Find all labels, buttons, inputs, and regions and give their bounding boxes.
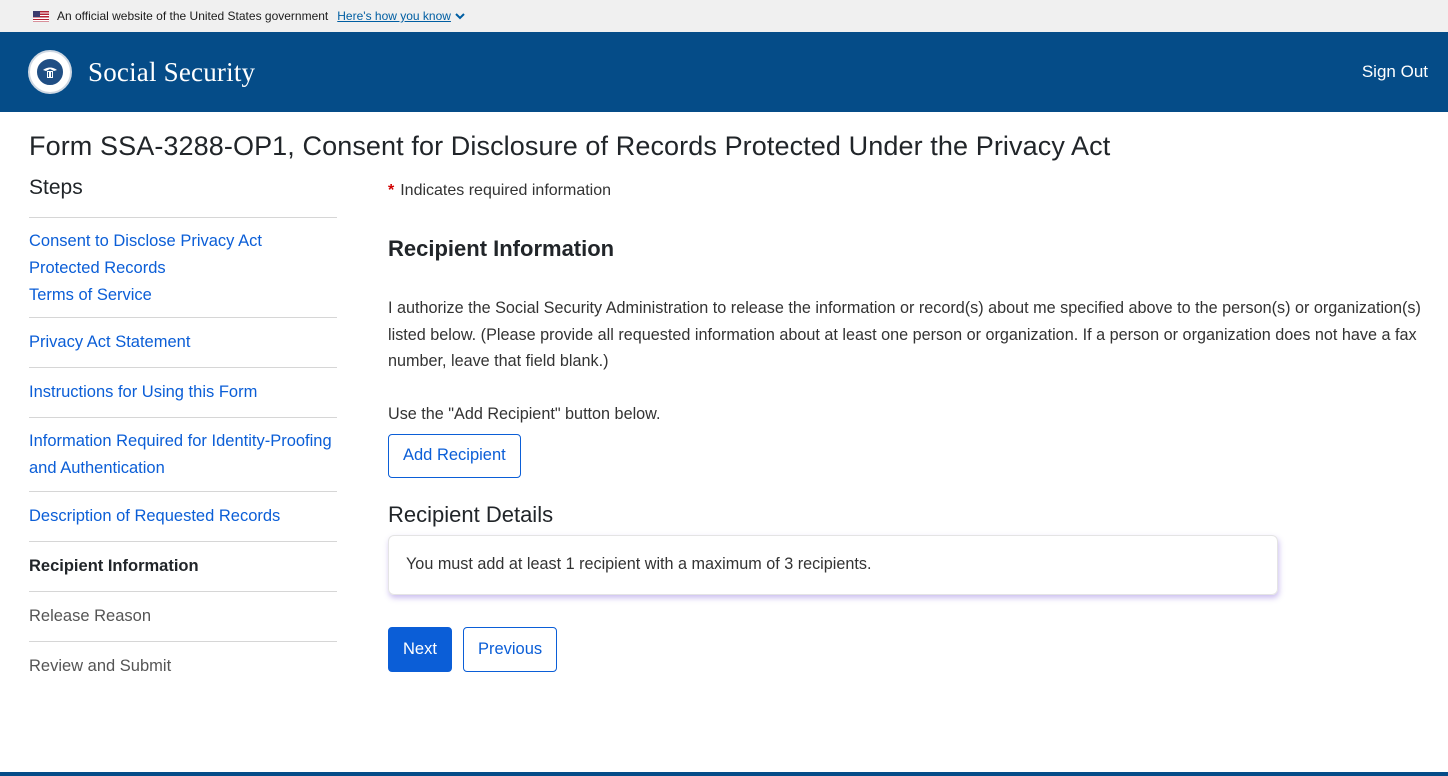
next-button[interactable]: Next: [388, 626, 452, 672]
step-list: Consent to Disclose Privacy Act Protecte…: [29, 217, 337, 691]
steps-sidebar: Steps Consent to Disclose Privacy Act Pr…: [29, 176, 337, 691]
step-consent-terms: Consent to Disclose Privacy Act Protecte…: [29, 218, 337, 318]
sign-out-link[interactable]: Sign Out: [1362, 62, 1428, 82]
required-asterisk: *: [388, 182, 395, 199]
ssa-seal-logo: [28, 50, 72, 94]
step-consent-to-disclose[interactable]: Consent to Disclose Privacy Act Protecte…: [29, 228, 337, 282]
gov-banner-text: An official website of the United States…: [57, 9, 329, 23]
steps-title: Steps: [29, 176, 83, 199]
step-review-and-submit: Review and Submit: [29, 657, 172, 675]
section-heading: Recipient Information: [388, 236, 615, 261]
authorization-text: I authorize the Social Security Administ…: [388, 299, 1421, 370]
required-note-text: Indicates required information: [400, 182, 612, 199]
footer-rule: [0, 772, 1448, 776]
site-header: Social Security Sign Out: [0, 32, 1448, 112]
form-navigation: Next Previous: [388, 626, 1428, 672]
main-content: * Indicates required information Recipien…: [388, 182, 1428, 672]
previous-button[interactable]: Previous: [462, 626, 558, 672]
step-privacy-act-statement[interactable]: Privacy Act Statement: [29, 318, 337, 368]
heres-how-you-know-label: Here's how you know: [337, 9, 451, 23]
heres-how-you-know-link[interactable]: Here's how you know: [337, 9, 465, 23]
step-release-reason: Release Reason: [29, 592, 337, 642]
step-recipient-information: Recipient Information: [29, 542, 337, 592]
chevron-down-icon: [455, 13, 465, 20]
add-recipient-button[interactable]: Add Recipient: [388, 433, 521, 478]
eagle-icon: [43, 67, 57, 78]
brand-name: Social Security: [88, 56, 256, 87]
page-title: Form SSA-3288-OP1, Consent for Disclosur…: [29, 131, 1111, 161]
brand[interactable]: Social Security: [28, 50, 255, 94]
step-identity-proofing[interactable]: Information Required for Identity-Proofi…: [29, 418, 337, 492]
recipient-details-alert: You must add at least 1 recipient with a…: [388, 534, 1278, 595]
step-description-of-records[interactable]: Description of Requested Records: [29, 492, 337, 542]
recipient-details-alert-text: You must add at least 1 recipient with a…: [406, 555, 872, 573]
gov-banner: An official website of the United States…: [0, 0, 1448, 32]
step-instructions[interactable]: Instructions for Using this Form: [29, 368, 337, 418]
us-flag-icon: [33, 10, 49, 22]
recipient-details-heading: Recipient Details: [388, 501, 554, 527]
step-terms-of-service[interactable]: Terms of Service: [29, 282, 337, 309]
required-note: * Indicates required information: [388, 182, 1428, 200]
use-add-recipient-note: Use the "Add Recipient" button below.: [388, 404, 661, 423]
